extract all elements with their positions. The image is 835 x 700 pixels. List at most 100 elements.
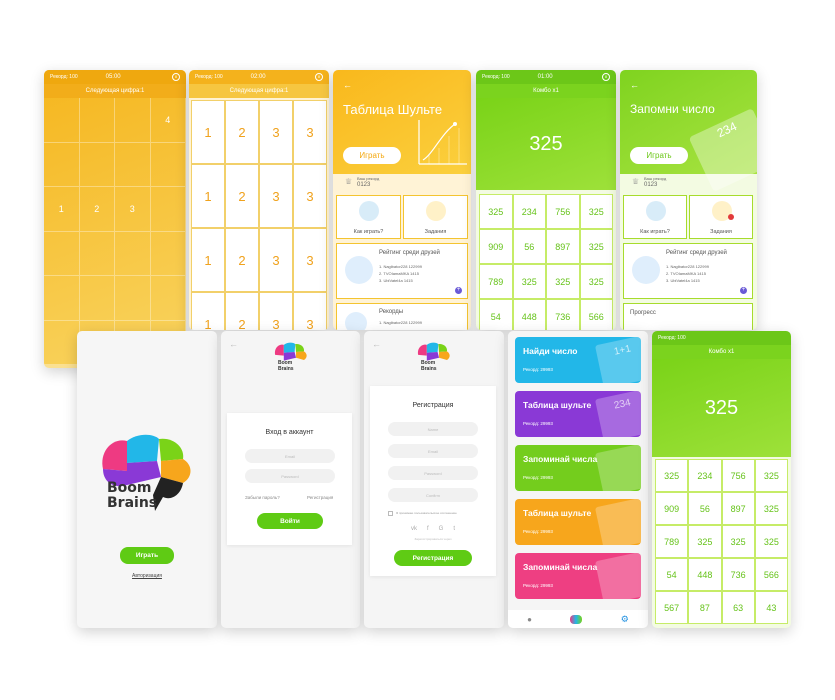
grid-cell[interactable]: 909 (479, 229, 513, 264)
game-card[interactable]: 234 Таблица шульте Рекорд: 29993 (515, 391, 641, 437)
grid-cell[interactable]: 1 (44, 187, 80, 232)
grid-cell[interactable]: 567 (655, 591, 689, 624)
grid-cell[interactable] (79, 276, 115, 321)
email-field[interactable]: Email (388, 444, 478, 458)
grid-cell[interactable] (150, 187, 186, 232)
forgot-password-link[interactable]: Забыли пароль? (245, 495, 280, 500)
grid-cell[interactable]: 789 (479, 264, 513, 299)
grid-cell[interactable]: 3 (259, 100, 293, 164)
grid-cell[interactable]: 1 (191, 292, 225, 330)
back-arrow-icon[interactable]: ← (630, 80, 639, 90)
grid-cell[interactable]: 56 (512, 229, 546, 264)
auth-link[interactable]: Авторизация (77, 573, 217, 579)
google-icon[interactable]: G (439, 526, 444, 532)
grid-cell[interactable]: 1 (191, 228, 225, 292)
login-button[interactable]: Войти (257, 513, 323, 529)
grid-cell[interactable] (150, 142, 186, 187)
grid-cell[interactable]: 3 (293, 164, 327, 228)
grid-cell[interactable]: 54 (479, 299, 513, 330)
grid-cell[interactable]: 448 (688, 558, 722, 591)
game-card[interactable]: Таблица шульте Рекорд: 29993 (515, 499, 641, 545)
grid-cell[interactable]: 897 (546, 229, 580, 264)
grid-cell[interactable]: 325 (655, 459, 689, 492)
grid-cell[interactable] (115, 231, 151, 276)
grid-cell[interactable]: 63 (721, 591, 755, 624)
add-friend-icon[interactable]: + (740, 287, 747, 294)
twitter-icon[interactable]: t (453, 526, 455, 532)
grid-cell[interactable]: 1 (191, 100, 225, 164)
email-field[interactable]: Email (245, 449, 335, 463)
grid-cell[interactable]: 54 (655, 558, 689, 591)
grid-cell[interactable] (79, 231, 115, 276)
grid-cell[interactable]: 3 (293, 228, 327, 292)
grid-cell[interactable] (115, 98, 151, 143)
grid-cell[interactable]: 56 (688, 492, 722, 525)
password-field[interactable]: Password (245, 469, 335, 483)
grid-cell[interactable]: 897 (721, 492, 755, 525)
grid-cell[interactable]: 234 (512, 194, 546, 229)
agree-checkbox[interactable] (388, 511, 393, 516)
game-card[interactable]: Запоминай числа Рекорд: 29993 (515, 445, 641, 491)
grid-cell[interactable]: 43 (754, 591, 788, 624)
records-card[interactable]: Рекорды 1. Nagibator228 122999 (336, 303, 468, 330)
grid-cell[interactable]: 756 (546, 194, 580, 229)
grid-cell[interactable] (150, 231, 186, 276)
grid-cell[interactable]: 756 (721, 459, 755, 492)
grid-cell[interactable]: 325 (754, 492, 788, 525)
home-brain-icon[interactable] (570, 614, 583, 624)
how-to-play-card[interactable]: Как играть? (623, 195, 687, 239)
grid-cell[interactable]: 3 (259, 292, 293, 330)
friends-rating-card[interactable]: Рейтинг среди друзей 1. Nagibator228 122… (623, 243, 753, 299)
grid-cell[interactable]: 2 (225, 164, 259, 228)
grid-cell[interactable]: 325 (579, 194, 613, 229)
grid-cell[interactable]: 325 (512, 264, 546, 299)
back-arrow-icon[interactable]: ← (229, 339, 238, 349)
grid-cell[interactable]: 1 (191, 164, 225, 228)
game-card[interactable]: 1+1 Найди число Рекорд: 29993 (515, 337, 641, 383)
password-field[interactable]: Password (388, 466, 478, 480)
back-arrow-icon[interactable]: ← (343, 80, 352, 90)
grid-cell[interactable]: 325 (754, 459, 788, 492)
grid-cell[interactable] (115, 142, 151, 187)
add-friend-icon[interactable]: + (455, 287, 462, 294)
grid-cell[interactable]: 325 (579, 264, 613, 299)
profile-icon[interactable]: ● (527, 615, 532, 624)
grid-cell[interactable]: 3 (259, 164, 293, 228)
facebook-icon[interactable]: f (427, 526, 429, 532)
grid-cell[interactable]: 736 (546, 299, 580, 330)
grid-cell[interactable]: 789 (655, 525, 689, 558)
grid-cell[interactable] (44, 320, 80, 365)
grid-cell[interactable]: 2 (79, 187, 115, 232)
grid-cell[interactable]: 87 (688, 591, 722, 624)
grid-cell[interactable]: 325 (754, 525, 788, 558)
grid-cell[interactable]: 736 (721, 558, 755, 591)
progress-card[interactable]: Прогресс (623, 303, 753, 330)
grid-cell[interactable] (44, 98, 80, 143)
pause-icon[interactable]: II (172, 73, 180, 81)
pause-icon[interactable]: II (315, 73, 323, 81)
pause-icon[interactable]: II (602, 73, 610, 81)
grid-cell[interactable] (79, 142, 115, 187)
grid-cell[interactable]: 3 (293, 292, 327, 330)
grid-cell[interactable]: 909 (655, 492, 689, 525)
settings-gear-icon[interactable]: ⚙ (621, 614, 629, 625)
grid-cell[interactable]: 566 (579, 299, 613, 330)
tasks-card[interactable]: Задания (689, 195, 753, 239)
register-button[interactable]: Регистрация (394, 550, 472, 566)
vk-icon[interactable]: vk (411, 526, 417, 532)
grid-cell[interactable]: 448 (512, 299, 546, 330)
grid-cell[interactable]: 2 (225, 100, 259, 164)
play-button[interactable]: Играть (630, 147, 688, 164)
name-field[interactable]: Name (388, 422, 478, 436)
grid-cell[interactable]: 325 (721, 525, 755, 558)
grid-cell[interactable]: 325 (479, 194, 513, 229)
grid-cell[interactable]: 566 (754, 558, 788, 591)
grid-cell[interactable] (44, 142, 80, 187)
friends-rating-card[interactable]: Рейтинг среди друзей 1. Nagibator228 122… (336, 243, 468, 299)
grid-cell[interactable]: 3 (293, 100, 327, 164)
how-to-play-card[interactable]: Как играть? (336, 195, 401, 239)
tasks-card[interactable]: Задания (403, 195, 468, 239)
grid-cell[interactable]: 3 (115, 187, 151, 232)
grid-cell[interactable]: 234 (688, 459, 722, 492)
grid-cell[interactable]: 2 (225, 228, 259, 292)
